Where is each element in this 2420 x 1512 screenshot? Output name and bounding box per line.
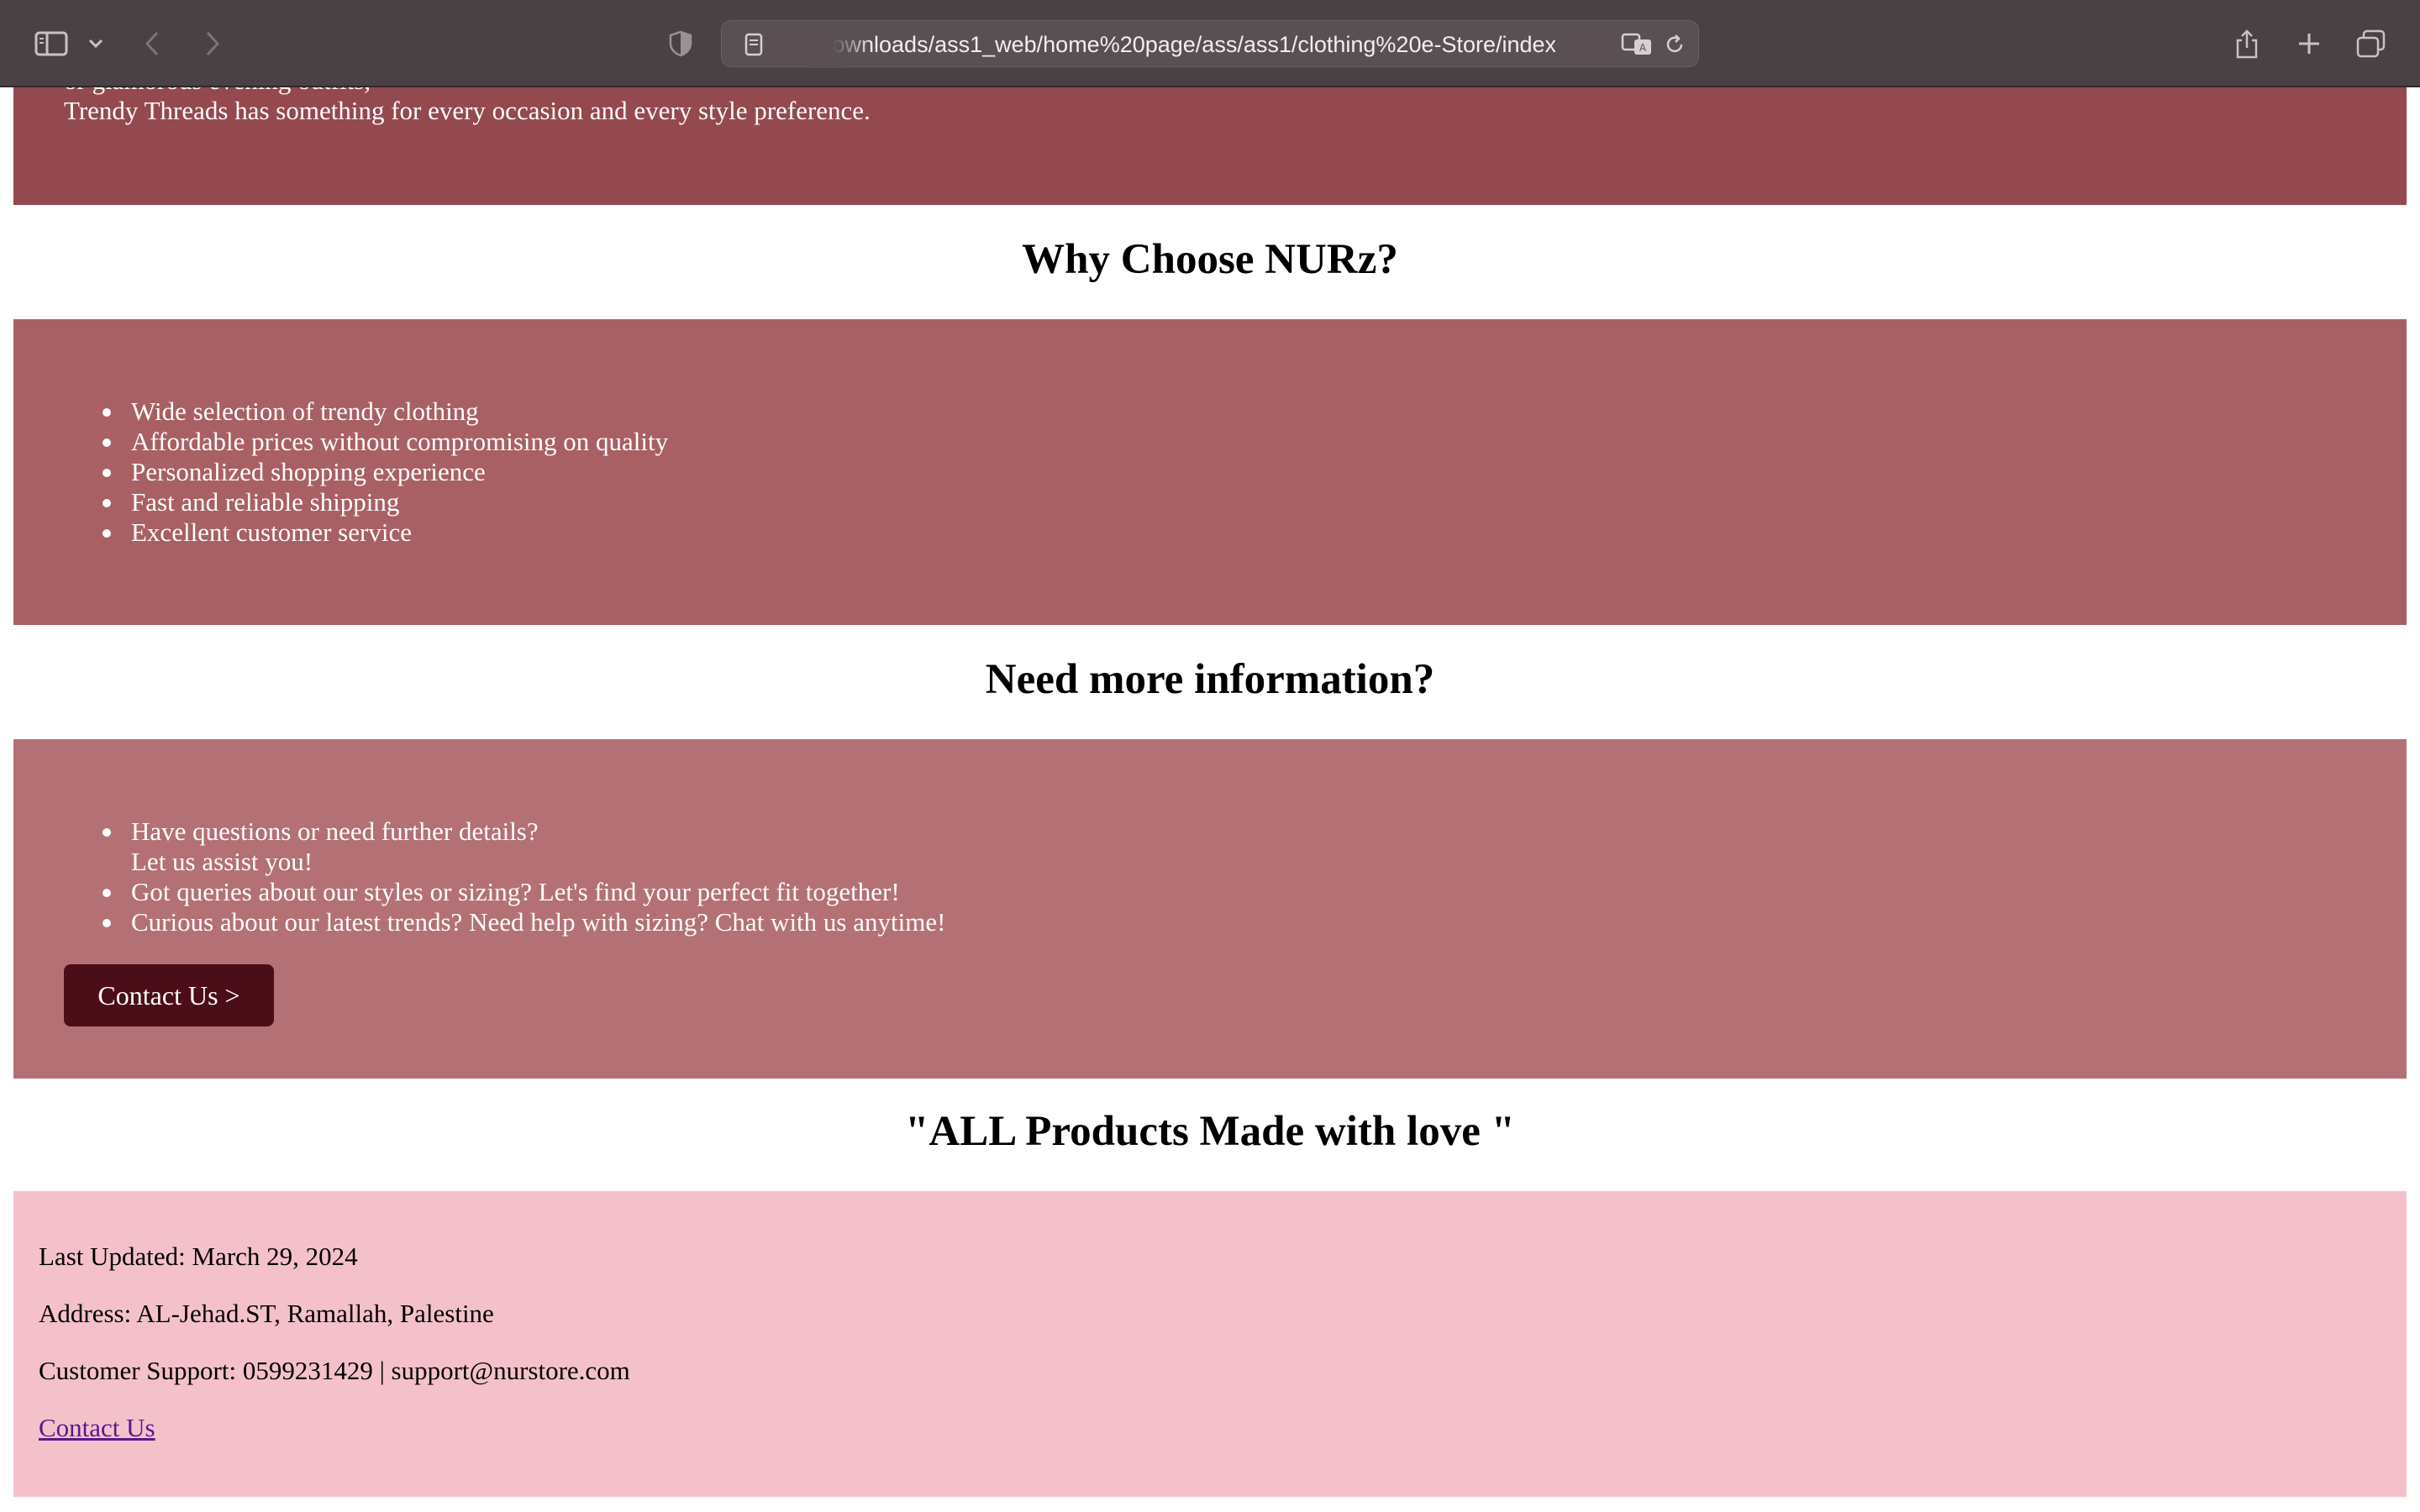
hero-text: Trendy Threads has something for every o…: [64, 96, 871, 125]
list-item: Got queries about our styles or sizing? …: [102, 877, 945, 907]
new-tab-icon[interactable]: [2289, 24, 2329, 64]
list-item: Curious about our latest trends? Need he…: [102, 907, 946, 937]
need-info-box: Have questions or need further details? …: [13, 739, 2407, 1079]
need-info-title: Need more information?: [985, 656, 1435, 703]
need-info-list: Have questions or need further details? …: [102, 816, 946, 937]
reload-icon[interactable]: [1655, 24, 1695, 65]
list-item: Affordable prices without compromising o…: [102, 427, 669, 456]
url-fade: [806, 21, 873, 68]
page-icon: [734, 24, 774, 65]
translate-icon[interactable]: A: [1618, 24, 1658, 65]
chevron-down-icon[interactable]: [77, 24, 114, 64]
list-item: Excellent customer service: [102, 517, 668, 548]
why-choose-box: Wide selection of trendy clothing Afford…: [13, 319, 2407, 625]
sidebar-icon[interactable]: [32, 24, 71, 64]
why-choose-list: Wide selection of trendy clothing Afford…: [102, 396, 669, 548]
list-item-line: Have questions or need further details?: [131, 816, 539, 846]
shield-icon[interactable]: [660, 24, 701, 64]
list-item: Personalized shopping experience: [102, 457, 668, 487]
address-bar[interactable]: Downloads/ass1_web/home%20page/ass/ass1/…: [721, 20, 1699, 68]
last-updated-text: Last Updated: March 29, 2024: [39, 1242, 358, 1271]
forward-icon[interactable]: [192, 24, 232, 64]
list-item: Wide selection of trendy clothing: [102, 396, 668, 427]
list-item-line: Let us assist you!: [131, 847, 313, 876]
svg-text:A: A: [1639, 42, 1647, 54]
url-text: Downloads/ass1_web/home%20page/ass/ass1/…: [816, 32, 1555, 57]
tab-overview-icon[interactable]: [2351, 24, 2391, 64]
contact-us-button[interactable]: Contact Us >: [64, 964, 274, 1026]
tagline: "ALL Products Made with love ": [905, 1108, 1515, 1155]
address-text: Address: AL-Jehad.ST, Ramallah, Palestin…: [39, 1299, 494, 1328]
why-choose-title: Why Choose NURz?: [1022, 236, 1398, 283]
footer-contact-link[interactable]: Contact Us: [39, 1413, 155, 1443]
browser-toolbar: Downloads/ass1_web/home%20page/ass/ass1/…: [0, 0, 2420, 87]
list-item: Fast and reliable shipping: [102, 487, 668, 517]
list-item: Have questions or need further details? …: [102, 816, 945, 877]
back-icon[interactable]: [133, 24, 173, 64]
customer-support-text: Customer Support: 0599231429 | support@n…: [39, 1356, 630, 1385]
footer: Last Updated: March 29, 2024 Address: AL…: [13, 1191, 2407, 1497]
share-icon[interactable]: [2227, 24, 2267, 64]
